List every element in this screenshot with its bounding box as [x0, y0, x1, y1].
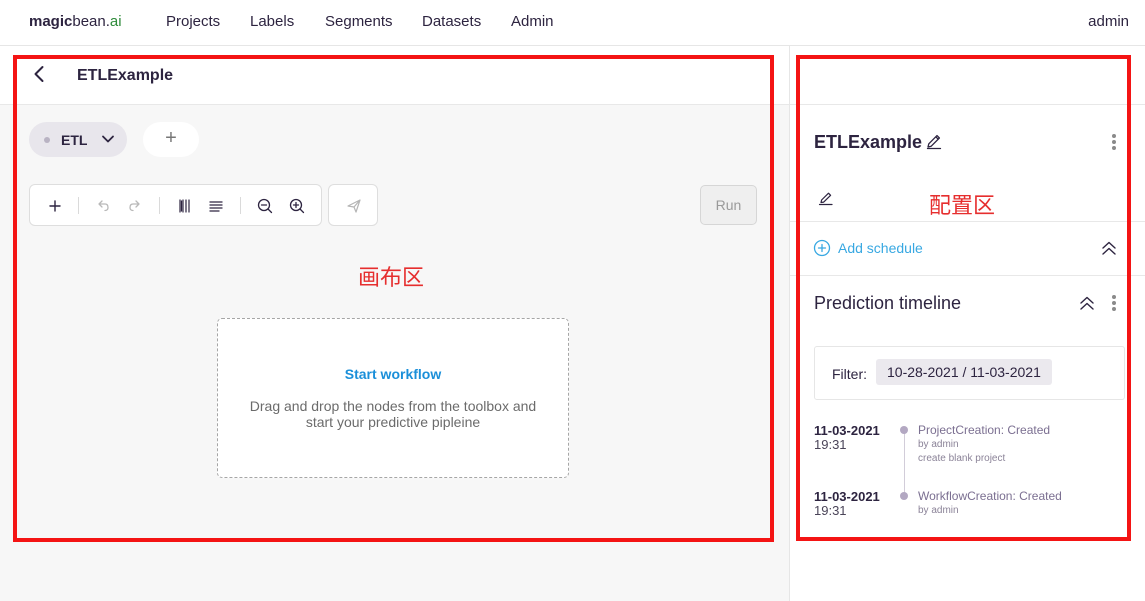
nav-link-datasets[interactable]: Datasets — [422, 13, 481, 30]
nav-link-admin[interactable]: Admin — [511, 13, 554, 30]
brand-logo-bold: magic — [29, 13, 73, 30]
user-menu[interactable]: admin — [1088, 13, 1129, 30]
brand-logo-mid: bean. — [72, 13, 110, 30]
brand-logo[interactable]: magicbean.ai — [29, 13, 122, 30]
nav-link-projects[interactable]: Projects — [166, 13, 220, 30]
top-navbar: magicbean.ai Projects Labels Segments Da… — [0, 0, 1145, 46]
nav-link-labels[interactable]: Labels — [250, 13, 294, 30]
nav-link-segments[interactable]: Segments — [325, 13, 393, 30]
brand-logo-ai: ai — [109, 13, 122, 30]
config-area-frame — [796, 55, 1131, 541]
canvas-area-frame — [13, 55, 774, 542]
